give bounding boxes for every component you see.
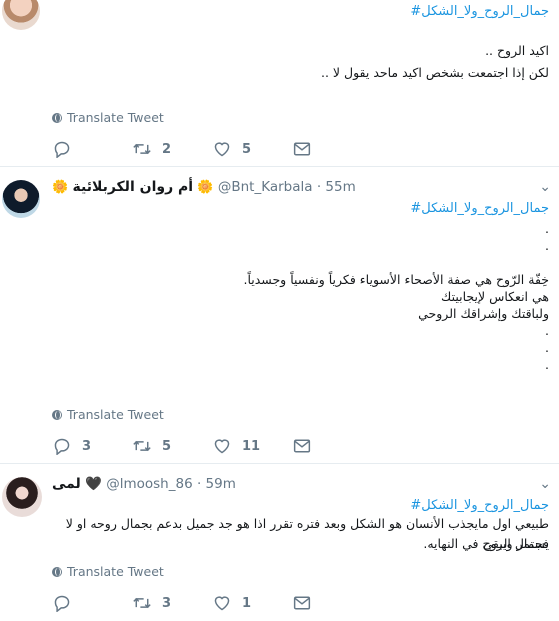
flower-emoji-icon: 🌼 bbox=[52, 180, 69, 195]
tweet: #جمال_الروح_ولا_الشكل اكيد الروح .. لكن … bbox=[0, 0, 559, 167]
retweet-icon bbox=[133, 597, 151, 609]
tweet-text-line: . bbox=[545, 238, 549, 253]
globe-icon bbox=[52, 566, 62, 577]
retweet-count: 2 bbox=[162, 141, 172, 157]
retweet-icon bbox=[133, 143, 151, 155]
avatar[interactable] bbox=[2, 0, 40, 30]
tweet-actions: 3 5 11 bbox=[52, 437, 322, 457]
tweet-text: طبيعي اول مايجذب الأنسان هو الشكل وبعد ف… bbox=[39, 514, 549, 554]
direct-message-button[interactable] bbox=[292, 140, 312, 158]
reply-icon bbox=[54, 595, 70, 612]
hashtag-link[interactable]: #جمال_الروح_ولا_الشكل bbox=[410, 4, 549, 19]
retweet-button[interactable]: 2 bbox=[132, 140, 171, 158]
tweet-text-line: طبيعي اول مايجذب الأنسان هو الشكل وبعد ف… bbox=[65, 516, 549, 551]
like-button[interactable]: 5 bbox=[212, 140, 251, 158]
mail-icon bbox=[293, 596, 311, 610]
flower-emoji-icon: 🌼 bbox=[197, 180, 214, 195]
globe-icon bbox=[52, 409, 62, 420]
hashtag-link[interactable]: #جمال_الروح_ولا_الشكل bbox=[410, 201, 549, 216]
tweet-text-line: يستمر ويبقى في النهايه. bbox=[423, 536, 549, 551]
reply-icon bbox=[54, 438, 70, 455]
tweet-header: لمى 🖤 @lmoosh_86 · 59m bbox=[52, 476, 519, 496]
translate-label: Translate Tweet bbox=[67, 110, 164, 125]
retweet-icon bbox=[133, 440, 151, 452]
hashtag-link[interactable]: #جمال_الروح_ولا_الشكل bbox=[410, 498, 549, 513]
display-name[interactable]: أم روان الكربلائية bbox=[72, 179, 193, 195]
tweet-actions: 2 5 bbox=[52, 140, 322, 160]
tweet-actions: 3 1 bbox=[52, 594, 322, 614]
tweet-text-line: . bbox=[545, 357, 549, 372]
display-name[interactable]: لمى bbox=[52, 476, 81, 492]
like-count: 5 bbox=[242, 141, 252, 157]
direct-message-button[interactable] bbox=[292, 594, 312, 612]
tweet-text: اكيد الروح .. لكن إذا اجتمعت بشخص اكيد م… bbox=[49, 40, 549, 84]
like-count: 11 bbox=[242, 438, 261, 454]
tweet-text-line bbox=[49, 254, 549, 271]
retweet-count: 3 bbox=[162, 595, 172, 611]
reply-button[interactable] bbox=[52, 594, 82, 612]
retweet-count: 5 bbox=[162, 438, 172, 454]
tweet-text-line: ولباقتك وإشراقك الروحي bbox=[418, 306, 549, 321]
like-button[interactable]: 1 bbox=[212, 594, 251, 612]
user-handle[interactable]: @lmoosh_86 bbox=[106, 476, 192, 492]
chevron-down-icon[interactable]: ⌄ bbox=[539, 476, 551, 492]
like-count: 1 bbox=[242, 595, 252, 611]
tweet-header: 🌼 أم روان الكربلائية 🌼 @Bnt_Karbala · 55… bbox=[52, 179, 519, 199]
tweet-time[interactable]: · 59m bbox=[197, 476, 236, 492]
translate-tweet-link[interactable]: Translate Tweet bbox=[52, 407, 164, 422]
tweet-text-line: لكن إذا اجتمعت بشخص اكيد ماحد يقول لا .. bbox=[320, 65, 549, 80]
chevron-down-icon[interactable]: ⌄ bbox=[539, 179, 551, 195]
translate-tweet-link[interactable]: Translate Tweet bbox=[52, 564, 164, 579]
translate-tweet-link[interactable]: Translate Tweet bbox=[52, 110, 164, 125]
tweet-text-line: هي انعكاس لإيجابيتك bbox=[441, 289, 549, 304]
tweet-text-line: . bbox=[545, 323, 549, 338]
avatar[interactable] bbox=[2, 477, 42, 517]
translate-label: Translate Tweet bbox=[67, 564, 164, 579]
tweet-text-line: . bbox=[545, 340, 549, 355]
retweet-button[interactable]: 5 bbox=[132, 437, 171, 455]
reply-button[interactable] bbox=[52, 140, 82, 158]
tweet-time[interactable]: · 55m bbox=[317, 179, 356, 195]
mail-icon bbox=[293, 142, 311, 156]
like-button[interactable]: 11 bbox=[212, 437, 260, 455]
tweet: 🌼 أم روان الكربلائية 🌼 @Bnt_Karbala · 55… bbox=[0, 167, 559, 464]
direct-message-button[interactable] bbox=[292, 437, 312, 455]
reply-icon bbox=[54, 141, 70, 158]
reply-count: 3 bbox=[82, 438, 92, 454]
tweet-text-line: اكيد الروح .. bbox=[485, 43, 549, 58]
translate-label: Translate Tweet bbox=[67, 407, 164, 422]
heart-icon bbox=[214, 439, 230, 454]
avatar[interactable] bbox=[2, 180, 40, 218]
reply-button[interactable]: 3 bbox=[52, 437, 91, 455]
tweet: لمى 🖤 @lmoosh_86 · 59m ⌄ #جمال_الروح_ولا… bbox=[0, 464, 559, 621]
black-heart-icon: 🖤 bbox=[85, 476, 102, 492]
globe-icon bbox=[52, 112, 62, 123]
tweet-text: . . خِفّة الرّوح هي صفة الأصحاء الأسوياء… bbox=[49, 220, 549, 373]
mail-icon bbox=[293, 439, 311, 453]
heart-icon bbox=[214, 596, 230, 611]
tweet-text-line: خِفّة الرّوح هي صفة الأصحاء الأسوياء فكر… bbox=[243, 272, 549, 287]
tweet-text-line: . bbox=[545, 221, 549, 236]
heart-icon bbox=[214, 142, 230, 157]
retweet-button[interactable]: 3 bbox=[132, 594, 171, 612]
user-handle[interactable]: @Bnt_Karbala bbox=[218, 179, 313, 195]
